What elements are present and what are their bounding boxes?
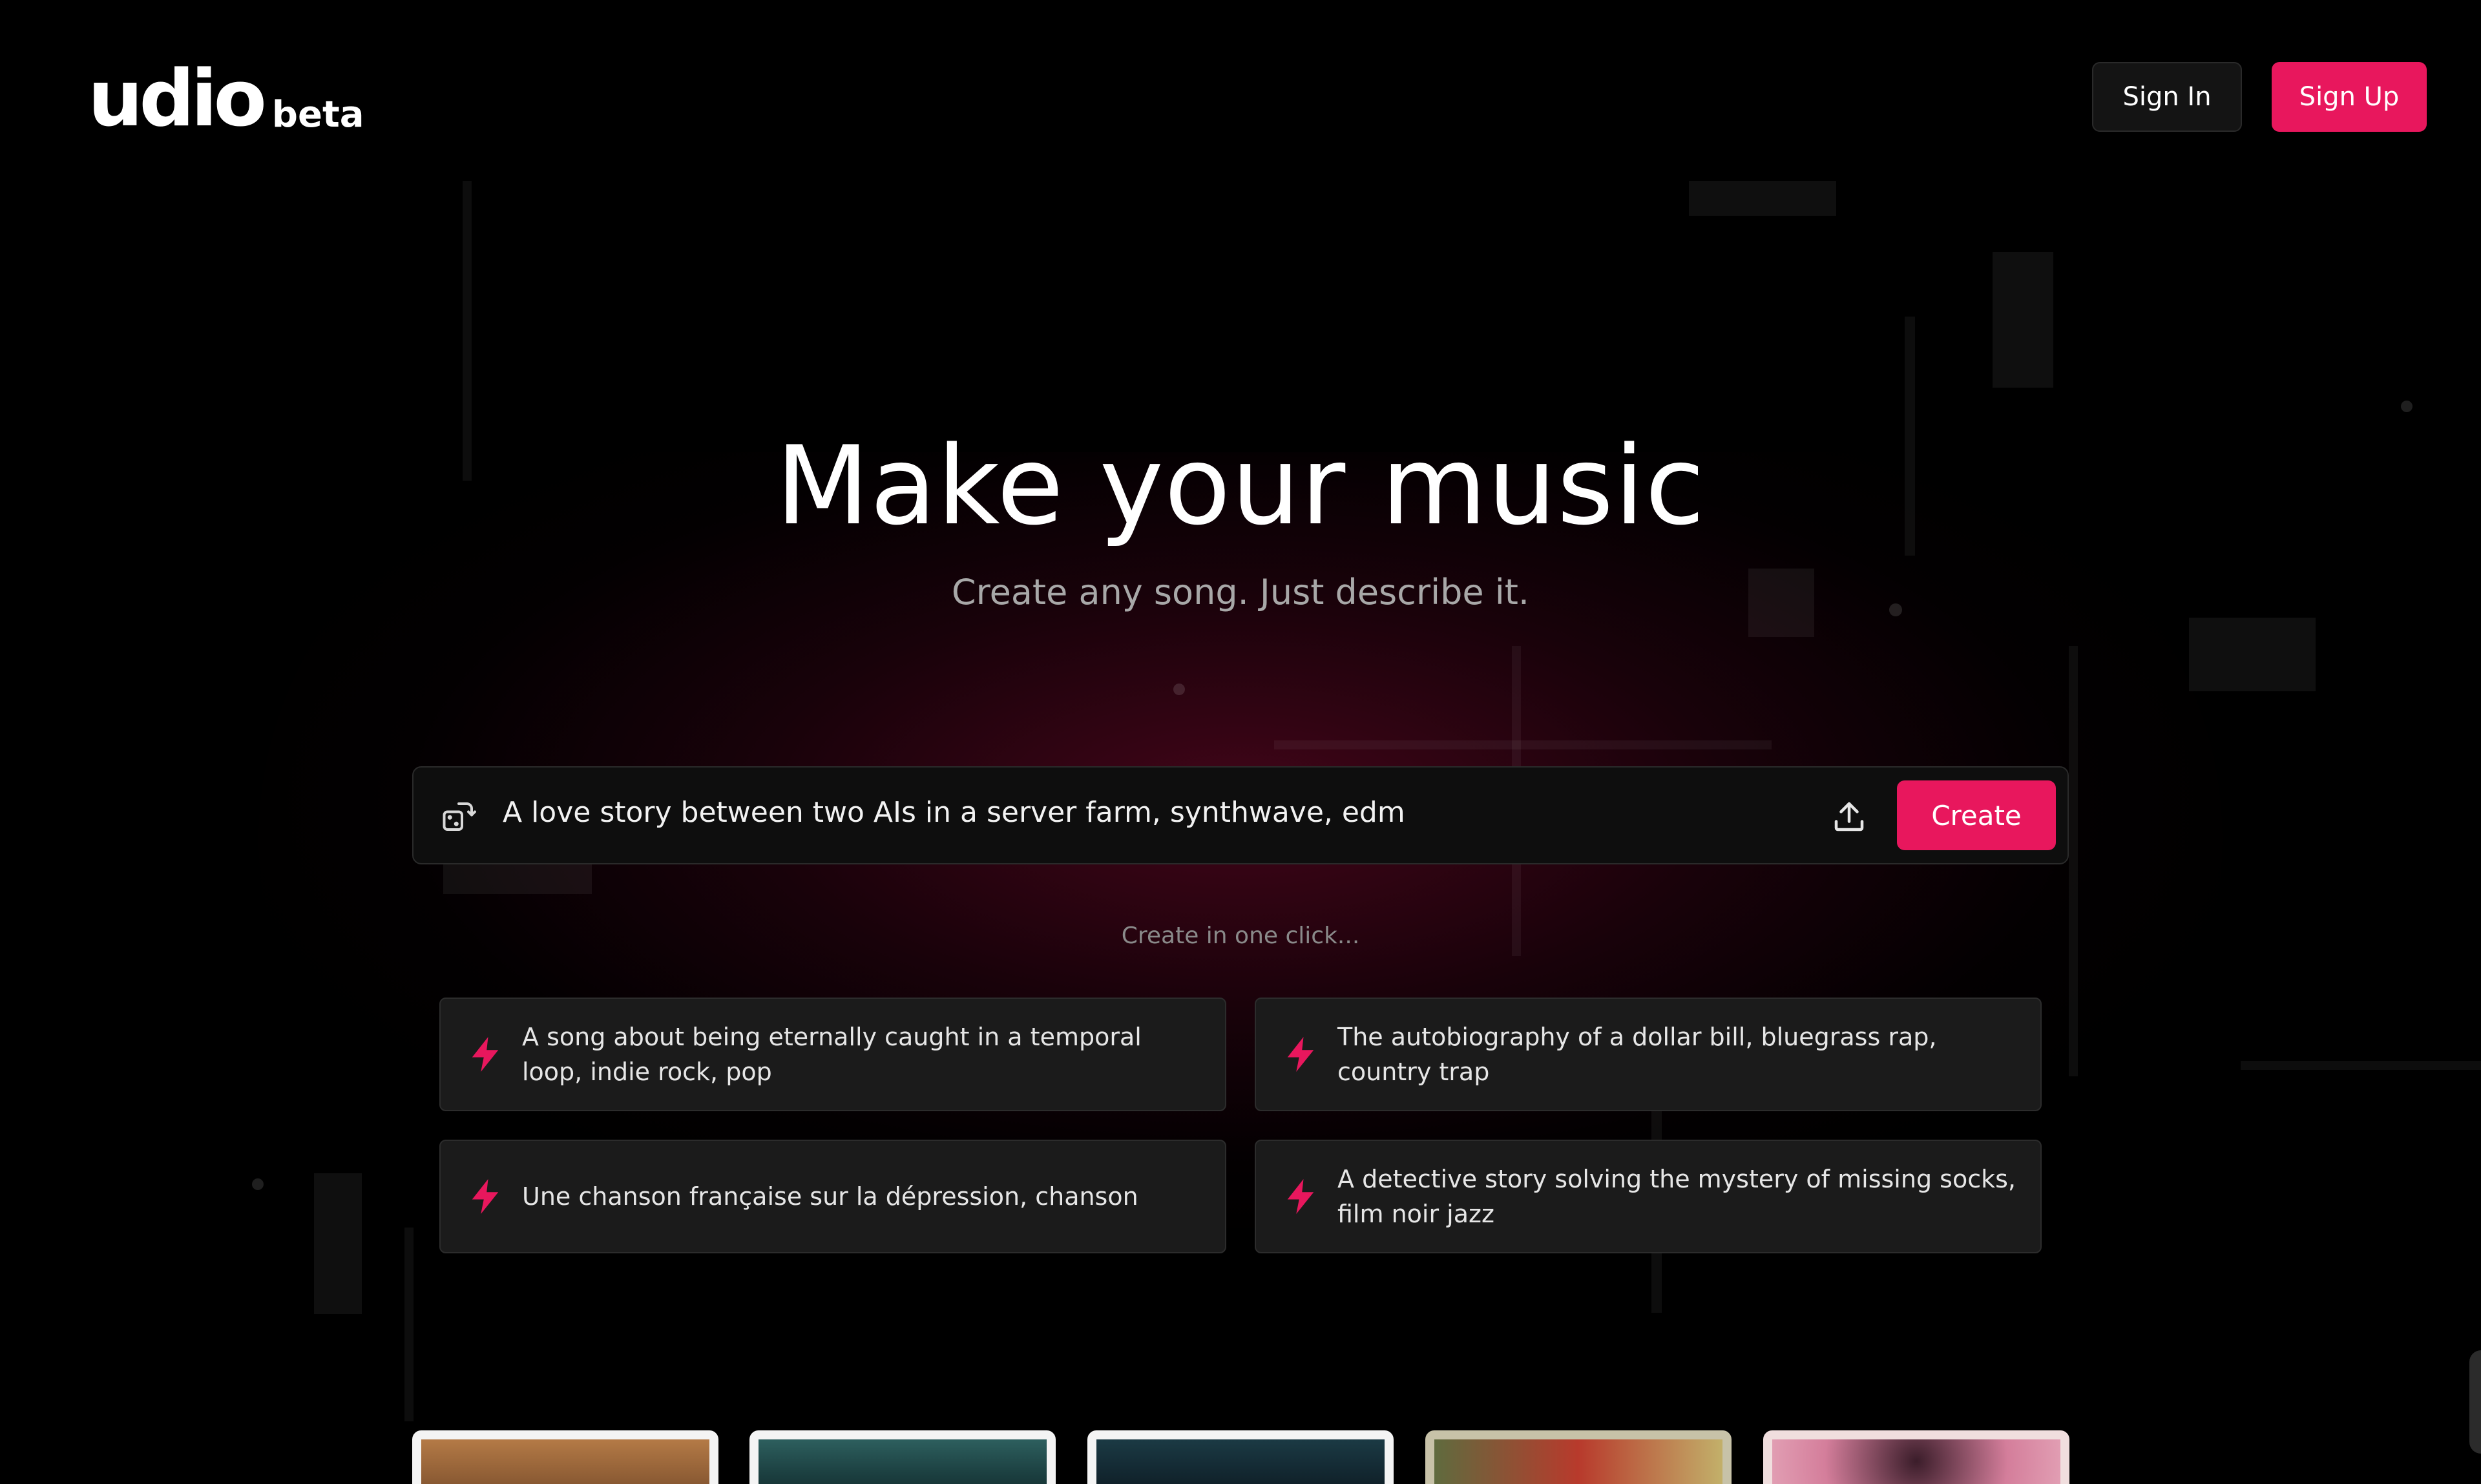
- song-thumbnail[interactable]: [412, 1430, 718, 1484]
- background-decoration: [1173, 684, 1185, 695]
- song-thumbnail[interactable]: [1763, 1430, 2069, 1484]
- background-decoration: [2401, 401, 2413, 412]
- logo-beta-tag: beta: [271, 94, 364, 136]
- side-scroll-handle[interactable]: [2469, 1350, 2481, 1454]
- background-decoration: [2241, 1061, 2481, 1070]
- suggestion-text: The autobiography of a dollar bill, blue…: [1337, 1023, 1937, 1086]
- suggestion-card[interactable]: The autobiography of a dollar bill, blue…: [1255, 998, 2042, 1111]
- logo-wordmark: udio: [88, 54, 267, 144]
- background-decoration: [1689, 181, 1836, 216]
- dice-swap-icon[interactable]: [439, 797, 478, 836]
- background-decoration: [1274, 740, 1772, 749]
- song-thumbnail[interactable]: [1087, 1430, 1394, 1484]
- suggestion-card[interactable]: A song about being eternally caught in a…: [439, 998, 1226, 1111]
- prompt-input[interactable]: A love story between two AIs in a server…: [503, 796, 1405, 829]
- lightning-bolt-icon: [1287, 1179, 1314, 1214]
- page: udio beta Sign In Sign Up Make your musi…: [0, 0, 2481, 1484]
- background-decoration: [443, 863, 592, 894]
- suggestion-text: A song about being eternally caught in a…: [522, 1023, 1142, 1086]
- song-thumbnail[interactable]: [749, 1430, 1056, 1484]
- one-click-label: Create in one click...: [1121, 923, 1360, 949]
- suggestion-text: Une chanson française sur la dépression,…: [522, 1182, 1138, 1211]
- suggestion-text: A detective story solving the mystery of…: [1337, 1165, 2016, 1228]
- background-decoration: [1993, 252, 2053, 388]
- background-decoration: [2069, 646, 2078, 1076]
- suggestion-card[interactable]: A detective story solving the mystery of…: [1255, 1140, 2042, 1253]
- suggestion-card[interactable]: Une chanson française sur la dépression,…: [439, 1140, 1226, 1253]
- upload-icon[interactable]: [1830, 797, 1869, 836]
- hero-title: Make your music: [775, 423, 1706, 549]
- background-decoration: [2189, 618, 2316, 691]
- sign-up-button[interactable]: Sign Up: [2272, 62, 2427, 132]
- lightning-bolt-icon: [1287, 1037, 1314, 1072]
- background-decoration: [252, 1178, 264, 1190]
- prompt-bar: A love story between two AIs in a server…: [412, 766, 2069, 864]
- song-thumbnail[interactable]: [1425, 1430, 1732, 1484]
- background-decoration: [404, 1228, 414, 1421]
- hero-subtitle: Create any song. Just describe it.: [951, 572, 1530, 612]
- sign-in-button[interactable]: Sign In: [2092, 62, 2242, 132]
- create-button[interactable]: Create: [1897, 780, 2056, 850]
- lightning-bolt-icon: [472, 1179, 499, 1214]
- lightning-bolt-icon: [472, 1037, 499, 1072]
- background-decoration: [314, 1173, 362, 1314]
- logo[interactable]: udio beta: [88, 61, 364, 138]
